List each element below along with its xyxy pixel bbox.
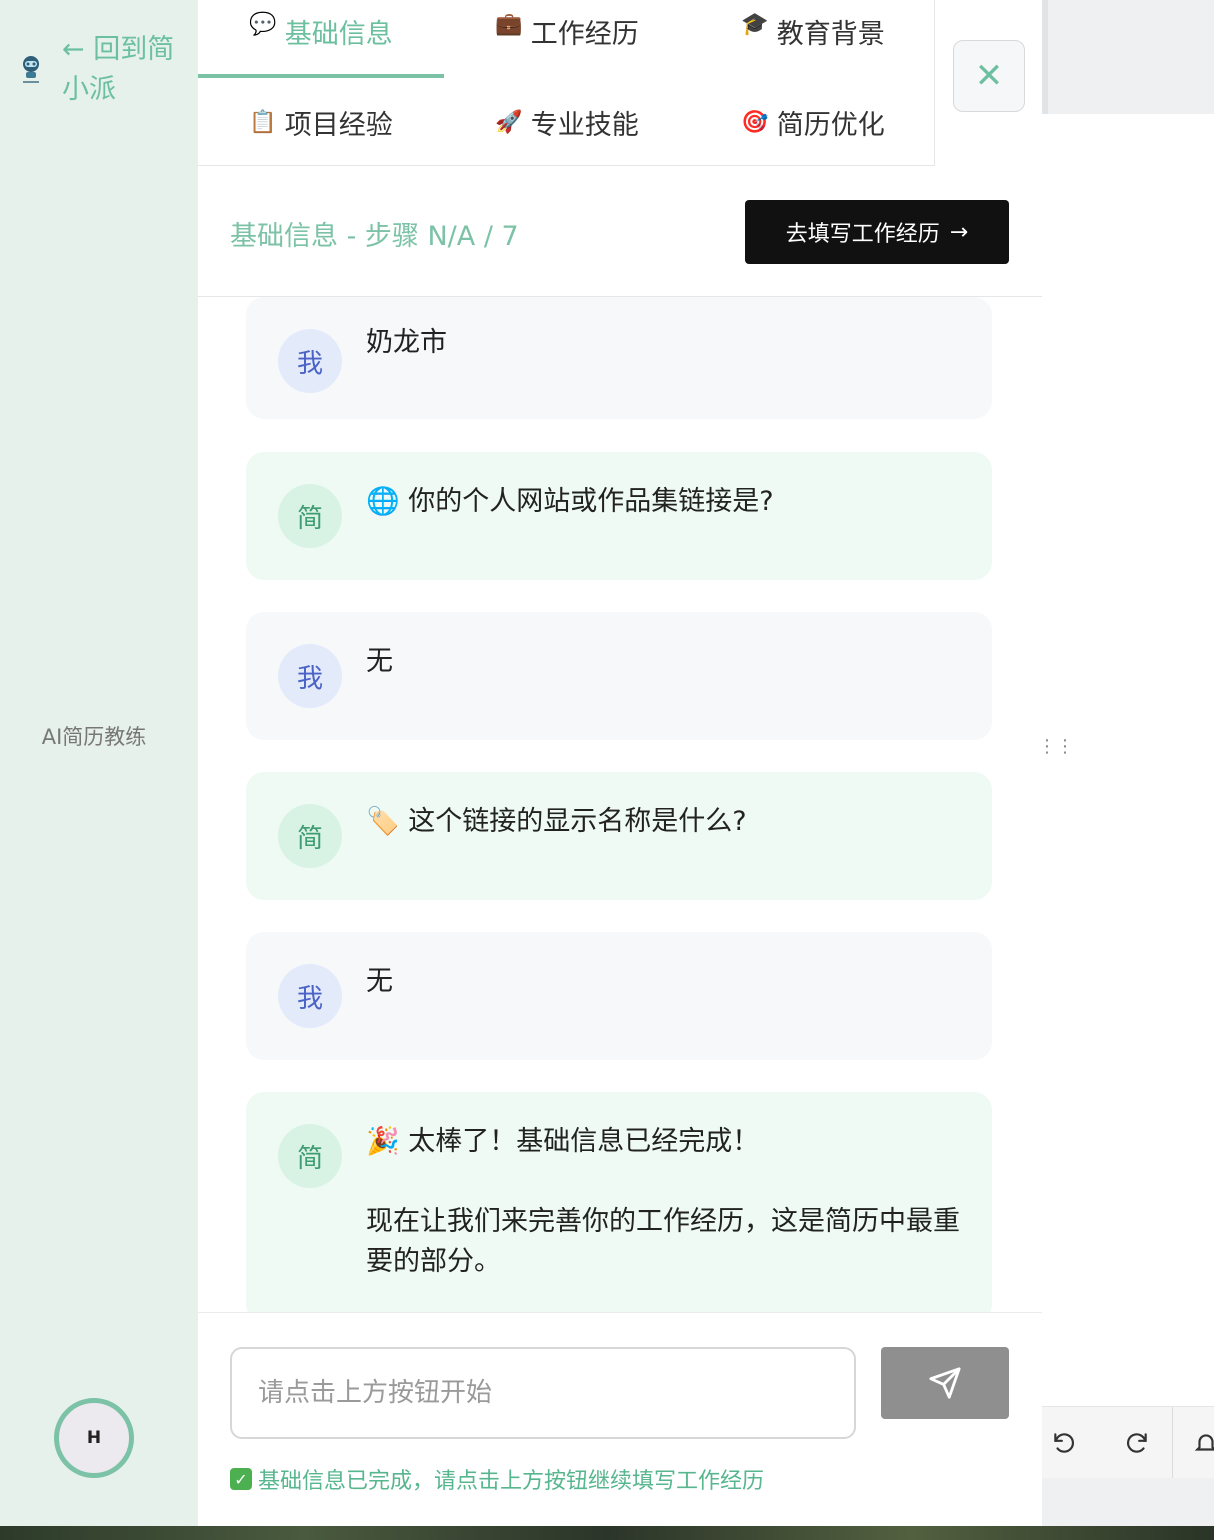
arrow-right-icon: → [949,219,969,245]
ai-coach-label: AI简历教练 [41,725,147,749]
globe-icon: 🌐 [366,486,400,517]
user-message-avatar: 我 [278,964,342,1028]
tab-label: 专业技能 [530,109,639,141]
preview-header [1042,0,1214,114]
resume-chat-panel: 💬 基础信息 💼 工作经历 🎓 教育背景 📋 项目经验 🚀 专业技能 🎯 简历优… [198,0,1042,1526]
bot-message: 简 🌐 你的个人网站或作品集链接是? [246,452,992,580]
undo-icon [1054,1433,1074,1453]
divider [1172,1407,1173,1479]
divider [934,0,935,166]
graduation-cap-icon: 🎓 [741,12,769,37]
robot-logo-icon [18,54,44,86]
bot-message: 简 🎉 太棒了！基础信息已经完成！ 现在让我们来完善你的工作经历，这是简历中最重… [246,1092,992,1312]
message-text: 🏷️ 这个链接的显示名称是什么? [366,802,966,842]
tab-work-experience[interactable]: 💼 工作经历 [444,0,690,78]
drag-handle-icon[interactable]: ⋮⋮ [1038,738,1074,770]
tab-label: 基础信息 [284,19,393,50]
bot-message-avatar: 简 [278,1124,342,1188]
button-label: 去填写工作经历 [785,222,940,247]
chat-input[interactable] [230,1347,856,1439]
message-text: 无 [366,646,393,677]
tab-projects[interactable]: 📋 项目经验 [198,78,444,166]
tab-label: 教育背景 [776,19,885,50]
redo-button[interactable] [1119,1425,1155,1461]
user-message-avatar: 我 [278,644,342,708]
bot-message-avatar: 简 [278,484,342,548]
section-tabs: 💬 基础信息 💼 工作经历 🎓 教育背景 📋 项目经验 🚀 专业技能 🎯 简历优… [198,0,934,166]
close-icon: ✕ [974,56,1004,96]
bot-message: 简 🏷️ 这个链接的显示名称是什么? [246,772,992,900]
message-text: 无 [366,966,393,997]
preview-footer [1042,1478,1214,1526]
user-message: 我 无 [246,932,992,1060]
send-icon [929,1367,961,1399]
divider [1042,0,1048,114]
message-body: 你的个人网站或作品集链接是? [408,486,774,517]
tab-education[interactable]: 🎓 教育背景 [690,0,936,78]
party-popper-icon: 🎉 [366,1126,400,1157]
tab-label: 工作经历 [530,19,639,50]
check-icon: ✓ [230,1468,252,1490]
message-text: 🌐 你的个人网站或作品集链接是? [366,482,966,522]
close-button[interactable]: ✕ [953,40,1025,112]
user-avatar[interactable]: H [54,1398,134,1478]
preview-toolbar [1042,1406,1214,1479]
label-tag-icon: 🏷️ [366,806,400,837]
status-note-text: 基础信息已完成，请点击上方按钮继续填写工作经历 [258,1469,765,1494]
briefcase-icon: 💼 [495,12,523,37]
tab-label: 项目经验 [284,109,393,141]
tab-basic-info[interactable]: 💬 基础信息 [198,0,444,78]
back-to-home-link[interactable]: ← 回到简小派 [62,30,182,110]
tab-skills[interactable]: 🚀 专业技能 [444,78,690,166]
message-text: 奶龙市 [366,327,447,358]
clipboard-icon: 📋 [249,109,277,135]
chat-input-area: ✓ 基础信息已完成，请点击上方按钮继续填写工作经历 [198,1312,1042,1526]
tab-label: 简历优化 [776,109,885,141]
bot-message-avatar: 简 [278,804,342,868]
go-to-work-experience-button[interactable]: 去填写工作经历 → [745,200,1009,264]
message-body: 这个链接的显示名称是什么? [408,806,747,837]
step-header: 基础信息 - 步骤 N/A / 7 去填写工作经历 → [198,166,1042,297]
rocket-icon: 🚀 [495,109,523,135]
step-indicator: 基础信息 - 步骤 N/A / 7 [230,221,519,252]
tab-resume-optimize[interactable]: 🎯 简历优化 [690,78,936,166]
sidebar: ← 回到简小派 AI简历教练 H [0,0,198,1526]
status-note: ✓ 基础信息已完成，请点击上方按钮继续填写工作经历 [230,1463,764,1495]
send-button[interactable] [881,1347,1009,1419]
bell-icon [1194,1434,1214,1451]
user-message: 我 奶龙市 [246,297,992,419]
speech-bubble-icon: 💬 [249,12,277,37]
chat-history[interactable]: 我 奶龙市 简 🌐 你的个人网站或作品集链接是? 我 无 简 🏷️ 这个链接的显… [198,297,1042,1312]
more-tool-button[interactable] [1188,1425,1214,1461]
user-message: 我 无 [246,612,992,740]
background-strip [0,1526,1214,1540]
message-body-secondary: 现在让我们来完善你的工作经历，这是简历中最重要的部分。 [366,1206,960,1277]
user-message-avatar: 我 [278,329,342,393]
message-body: 太棒了！基础信息已经完成！ [408,1126,760,1157]
message-text: 🎉 太棒了！基础信息已经完成！ 现在让我们来完善你的工作经历，这是简历中最重要的… [366,1122,966,1282]
target-icon: 🎯 [741,109,769,135]
redo-icon [1127,1433,1147,1453]
undo-button[interactable] [1046,1425,1082,1461]
resume-preview [1042,114,1214,1526]
